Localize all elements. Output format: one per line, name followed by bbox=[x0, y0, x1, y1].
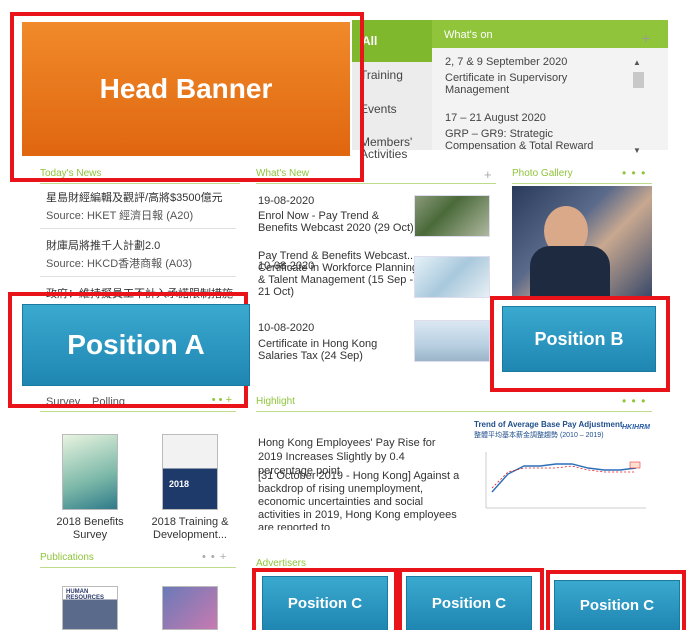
event-date-1: 2, 7 & 9 September 2020 bbox=[445, 56, 568, 68]
position-b-ad[interactable]: Position B bbox=[502, 306, 656, 372]
highlight-body: [31 October 2019 - Hong Kong] Against a … bbox=[258, 470, 460, 530]
whats-on-expand-icon[interactable]: + bbox=[642, 30, 650, 46]
event-title-1[interactable]: Certificate in Supervisory Management bbox=[445, 72, 625, 96]
whats-new-date-1: 19-08-2020 bbox=[258, 195, 315, 207]
whats-new-thumb-1[interactable] bbox=[414, 195, 490, 237]
scroll-up-icon[interactable]: ▲ bbox=[633, 58, 641, 67]
whats-new-expand-icon[interactable]: + bbox=[484, 167, 492, 182]
whats-on-panel: What's on + 2, 7 & 9 September 2020 Cert… bbox=[432, 20, 668, 155]
event-title-2[interactable]: GRP – GR9: Strategic Compensation & Tota… bbox=[445, 128, 625, 150]
publication-cover-label: HUMAN RESOURCES bbox=[66, 589, 105, 601]
scroll-down-icon[interactable]: ▼ bbox=[633, 146, 641, 155]
whats-new-title-2[interactable]: Pay Trend & Benefits Webcast... Certific… bbox=[258, 250, 418, 318]
event-date-2: 17 – 21 August 2020 bbox=[445, 112, 546, 124]
chart-subtitle: 整體平均基本薪金調整趨勢 (2010 – 2019) bbox=[474, 432, 604, 439]
news-headline-1[interactable]: 星島財經編輯及觀評/高將$3500億元 bbox=[46, 192, 236, 205]
nav-tab-members-activities[interactable]: Members' Activities bbox=[352, 136, 432, 160]
book-cover-benefits-survey[interactable] bbox=[62, 434, 118, 510]
whats-new-date-3: 10-08-2020 bbox=[258, 322, 315, 334]
nav-tab-training[interactable]: Training bbox=[352, 68, 432, 82]
book-caption-2[interactable]: 2018 Training & Development... bbox=[144, 516, 236, 542]
scroll-thumb[interactable] bbox=[633, 72, 644, 88]
publications-more-icon[interactable]: • • + bbox=[202, 551, 227, 563]
photo-gallery-more-icon[interactable]: • • • bbox=[622, 166, 646, 180]
news-source-2: Source: HKCD香港商報 (A03) bbox=[46, 258, 193, 270]
publication-cover-2[interactable] bbox=[162, 586, 218, 630]
highlight-chart-image[interactable]: Trend of Average Base Pay Adjustment 整體平… bbox=[474, 420, 654, 528]
highlight-more-icon[interactable]: • • • bbox=[622, 394, 646, 408]
whats-new-title-1[interactable]: Enrol Now - Pay Trend & Benefits Webcast… bbox=[258, 210, 418, 248]
photo-gallery-image[interactable] bbox=[512, 186, 652, 296]
news-headline-2[interactable]: 財庫局將推千人計劃2.0 bbox=[46, 240, 236, 253]
top-nav: All Training Events Members' Activities bbox=[352, 20, 432, 160]
position-c1-ad[interactable]: Position C bbox=[262, 576, 388, 630]
whats-new-thumb-2[interactable] bbox=[414, 256, 490, 298]
nav-tab-all[interactable]: All bbox=[352, 20, 432, 62]
book-cover-training-survey[interactable]: 2018 bbox=[162, 434, 218, 510]
position-c3-ad[interactable]: Position C bbox=[554, 580, 680, 630]
book-caption-1[interactable]: 2018 Benefits Survey bbox=[44, 516, 136, 542]
head-banner[interactable]: Head Banner bbox=[22, 22, 350, 156]
book-cover-year: 2018 bbox=[169, 479, 190, 489]
position-c2-ad[interactable]: Position C bbox=[406, 576, 532, 630]
position-a-ad[interactable]: Position A bbox=[22, 304, 250, 386]
highlight-title: Highlight bbox=[256, 396, 652, 412]
whats-on-title: What's on bbox=[432, 20, 668, 48]
chart-thumbnail-svg bbox=[485, 452, 646, 509]
whats-new-title-3[interactable]: Certificate in Hong Kong Salaries Tax (2… bbox=[258, 338, 418, 362]
whats-new-thumb-3[interactable] bbox=[414, 320, 490, 362]
publication-cover-1[interactable]: HUMAN RESOURCES bbox=[62, 586, 118, 630]
chart-title: Trend of Average Base Pay Adjustment bbox=[474, 420, 623, 429]
nav-tab-events[interactable]: Events bbox=[352, 102, 432, 116]
chart-logo: HKIHRM bbox=[622, 424, 650, 431]
news-source-1: Source: HKET 經濟日報 (A20) bbox=[46, 210, 194, 222]
